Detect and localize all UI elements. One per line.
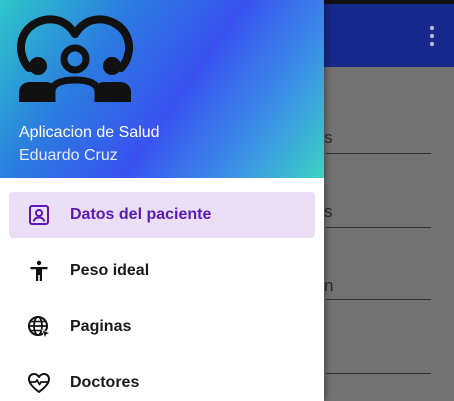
menu-item-peso-ideal[interactable]: Peso ideal <box>9 248 315 294</box>
menu-item-label: Doctores <box>70 374 140 391</box>
field-underline <box>326 227 431 228</box>
app-title: Aplicacion de Salud <box>19 124 160 141</box>
menu-item-doctores[interactable]: Doctores <box>9 360 315 401</box>
drawer-header: Aplicacion de Salud Eduardo Cruz <box>0 0 324 178</box>
account-box-icon <box>29 205 49 225</box>
menu-item-label: Peso ideal <box>70 262 150 279</box>
user-name: Eduardo Cruz <box>19 147 118 164</box>
field-label-peek: s <box>324 202 333 221</box>
menu-item-paginas[interactable]: Paginas <box>9 304 315 350</box>
overflow-menu-icon[interactable] <box>428 26 436 48</box>
menu-item-label: Datos del paciente <box>70 206 212 223</box>
field-underline <box>326 373 431 374</box>
field-underline <box>326 153 431 154</box>
menu-item-label: Paginas <box>70 318 132 335</box>
field-underline <box>326 299 431 300</box>
heart-pulse-icon <box>28 373 50 393</box>
group-heart-icon <box>16 15 134 102</box>
menu-item-datos-paciente[interactable]: Datos del paciente <box>9 192 315 238</box>
globe-cursor-icon <box>28 316 51 339</box>
field-label-peek: n <box>324 276 334 295</box>
accessibility-icon <box>30 260 48 281</box>
field-label-peek: s <box>324 128 333 147</box>
navigation-drawer: Aplicacion de Salud Eduardo Cruz Datos d… <box>0 0 324 401</box>
